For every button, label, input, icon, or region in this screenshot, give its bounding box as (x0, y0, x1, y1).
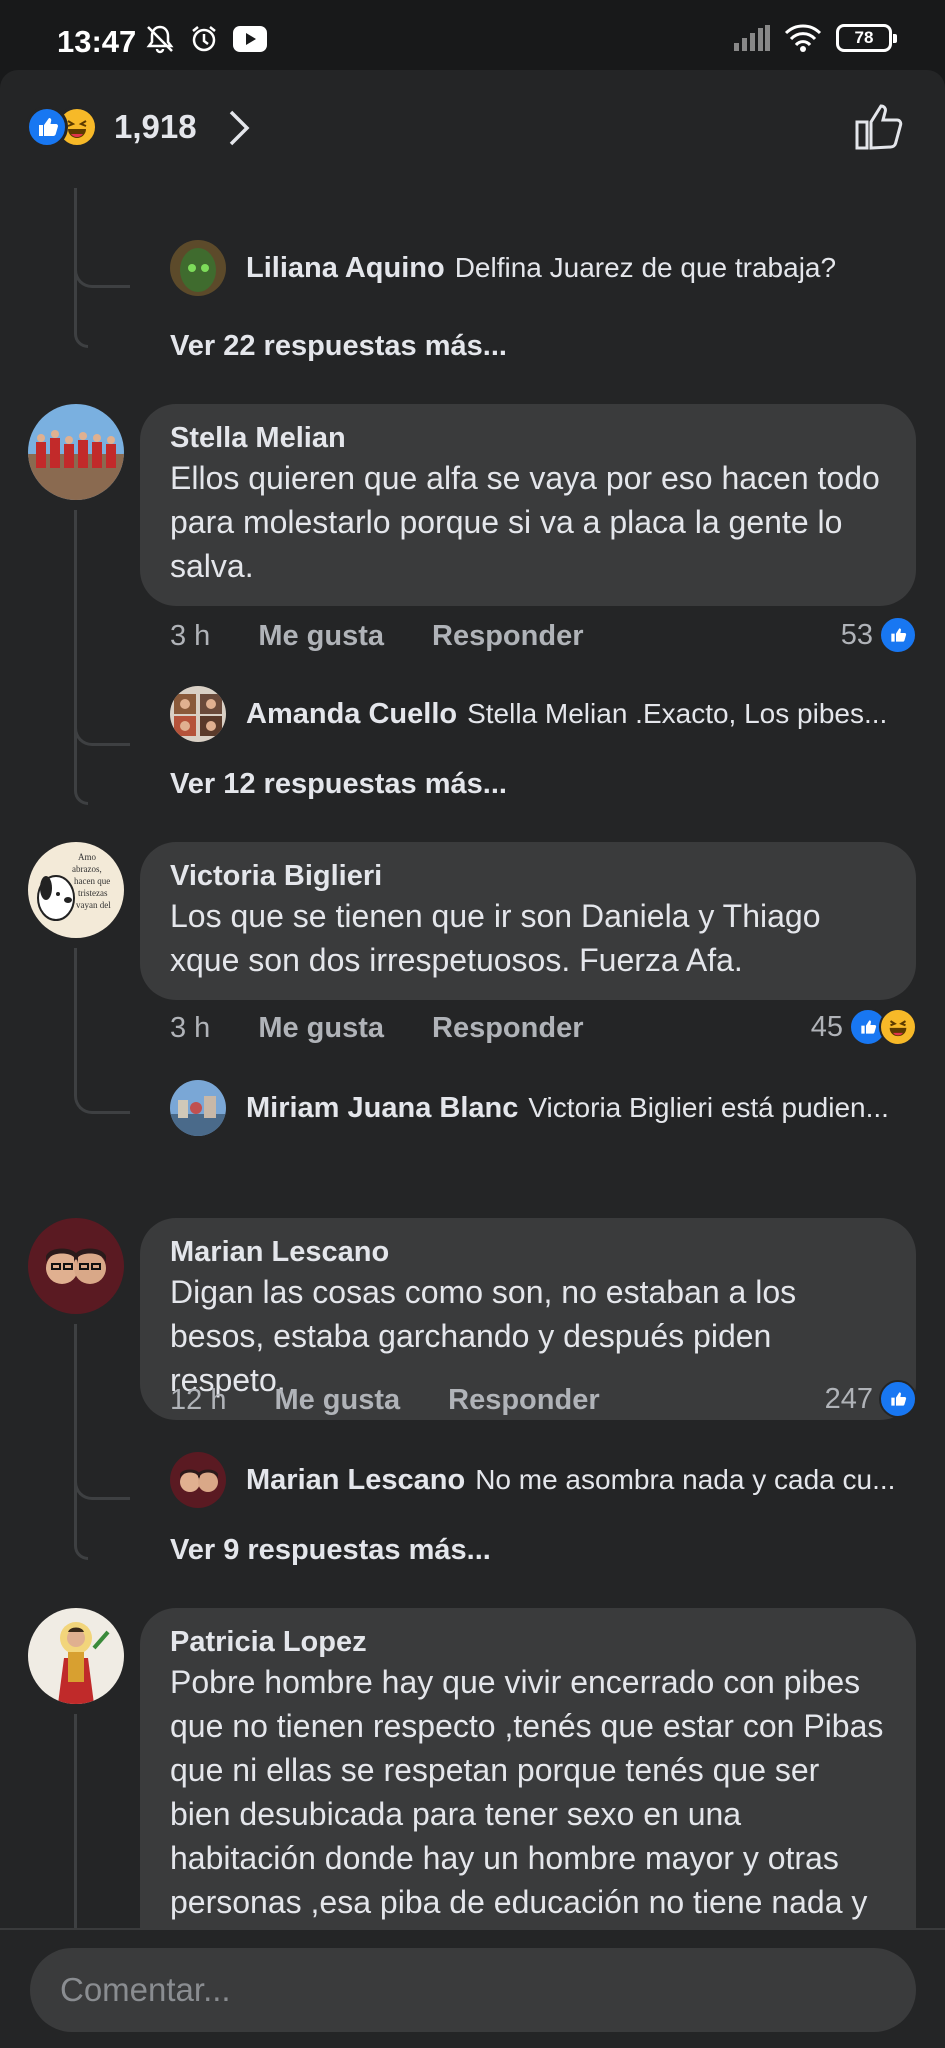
signal-icon (734, 25, 770, 51)
reaction-icons (26, 106, 106, 150)
comment-actions: 3 h Me gusta Responder (170, 1012, 632, 1045)
reply-text: No me asombra nada y cada cu... (475, 1464, 896, 1495)
comment-author[interactable]: Marian Lescano (170, 1234, 886, 1270)
comment-actions: 12 h Me gusta Responder (170, 1384, 648, 1417)
view-more-replies[interactable]: Ver 12 respuestas más... (170, 768, 507, 801)
reply-preview[interactable]: Amanda Cuello Stella Melian .Exacto, Los… (170, 686, 910, 742)
thread-line (74, 1324, 88, 1560)
chevron-right-icon[interactable] (226, 108, 252, 148)
view-more-replies[interactable]: Ver 22 respuestas más... (170, 330, 507, 363)
svg-text:tristezas: tristezas (78, 888, 108, 898)
alarm-icon (192, 26, 216, 52)
comment-reactions[interactable]: 45 (811, 1008, 917, 1046)
thread-line (74, 188, 88, 348)
reaction-count: 247 (824, 1382, 873, 1415)
comment-time[interactable]: 12 h (170, 1384, 226, 1417)
reactions-bar[interactable]: 1,918 (0, 70, 945, 188)
comment-input[interactable] (30, 1948, 916, 2032)
thread-line (74, 510, 88, 805)
svg-text:vayan del: vayan del (76, 900, 111, 910)
reply-preview[interactable]: Marian Lescano No me asombra nada y cada… (170, 1452, 910, 1508)
like-outline-icon[interactable] (853, 100, 905, 152)
thread-line (74, 948, 130, 1114)
comment-reactions[interactable]: 247 (825, 1380, 917, 1418)
comment-text: Digan las cosas como son, no estaban a l… (170, 1274, 797, 1398)
youtube-icon (233, 26, 267, 52)
avatar[interactable] (170, 1452, 226, 1508)
comment-author[interactable]: Victoria Biglieri (170, 858, 886, 894)
comment-text: Ellos quieren que alfa se vaya por eso h… (170, 460, 880, 584)
comment-text: Los que se tienen que ir son Daniela y T… (170, 898, 821, 978)
reply-author[interactable]: Miriam Juana Blanc (246, 1092, 518, 1125)
reaction-count: 45 (810, 1010, 843, 1043)
bell-muted-icon (146, 25, 174, 54)
like-icon (879, 616, 917, 654)
reply-preview[interactable]: Miriam Juana Blanc Victoria Biglieri est… (170, 1080, 910, 1136)
avatar[interactable] (28, 1218, 124, 1314)
avatar[interactable] (170, 240, 226, 296)
view-more-replies[interactable]: Ver 9 respuestas más... (170, 1534, 491, 1567)
wifi-icon (784, 24, 822, 52)
comment-bubble[interactable]: Patricia Lopez Pobre hombre hay que vivi… (140, 1608, 916, 1928)
like-button[interactable]: Me gusta (258, 1012, 384, 1045)
comment-composer (0, 1928, 945, 2048)
comment-reactions[interactable]: 53 (841, 616, 917, 654)
like-button[interactable]: Me gusta (258, 620, 384, 653)
reply-text: Victoria Biglieri está pudien... (528, 1092, 889, 1123)
battery-indicator: 78 (836, 24, 897, 52)
haha-icon (879, 1008, 917, 1046)
status-right-icons: 78 (734, 24, 897, 52)
thread-line (74, 1714, 77, 1928)
like-button[interactable]: Me gusta (274, 1384, 400, 1417)
reaction-count: 53 (840, 618, 873, 651)
comment-time[interactable]: 3 h (170, 1012, 210, 1045)
avatar-text: Amo (78, 852, 97, 862)
avatar[interactable] (170, 686, 226, 742)
comment-list[interactable]: Liliana Aquino Delfina Juarez de que tra… (0, 188, 945, 1928)
status-time: 13:47 (57, 24, 137, 59)
reaction-count: 1,918 (114, 108, 197, 145)
reply-preview[interactable]: Liliana Aquino Delfina Juarez de que tra… (170, 240, 910, 296)
svg-text:hacen que: hacen que (74, 876, 110, 886)
like-icon (879, 1380, 917, 1418)
reply-text: Delfina Juarez de que trabaja? (454, 252, 837, 283)
comment-time[interactable]: 3 h (170, 620, 210, 653)
comment-author[interactable]: Stella Melian (170, 420, 886, 456)
status-left-icons (145, 24, 267, 54)
like-icon (26, 106, 68, 148)
reply-author[interactable]: Marian Lescano (246, 1464, 465, 1497)
reply-button[interactable]: Responder (448, 1384, 599, 1417)
reply-text: Stella Melian .Exacto, Los pibes... (467, 698, 888, 729)
avatar[interactable] (28, 404, 124, 500)
avatar[interactable]: Amo abrazos, hacen que tristezas vayan del (28, 842, 124, 938)
reply-author[interactable]: Liliana Aquino (246, 252, 445, 285)
status-bar: 13:47 78 (0, 0, 945, 78)
comment-actions: 3 h Me gusta Responder (170, 620, 632, 653)
svg-text:abrazos,: abrazos, (72, 864, 102, 874)
comment-author[interactable]: Patricia Lopez (170, 1624, 886, 1660)
avatar[interactable] (28, 1608, 124, 1704)
comment-text: Pobre hombre hay que vivir encerrado con… (170, 1664, 884, 1920)
avatar[interactable] (170, 1080, 226, 1136)
reply-button[interactable]: Responder (432, 1012, 583, 1045)
comment-bubble[interactable]: Victoria Biglieri Los que se tienen que … (140, 842, 916, 1000)
comments-sheet: 1,918 Liliana Aquino Delfina Juarez de q… (0, 70, 945, 2048)
reply-button[interactable]: Responder (432, 620, 583, 653)
reply-author[interactable]: Amanda Cuello (246, 698, 457, 731)
comment-bubble[interactable]: Stella Melian Ellos quieren que alfa se … (140, 404, 916, 606)
